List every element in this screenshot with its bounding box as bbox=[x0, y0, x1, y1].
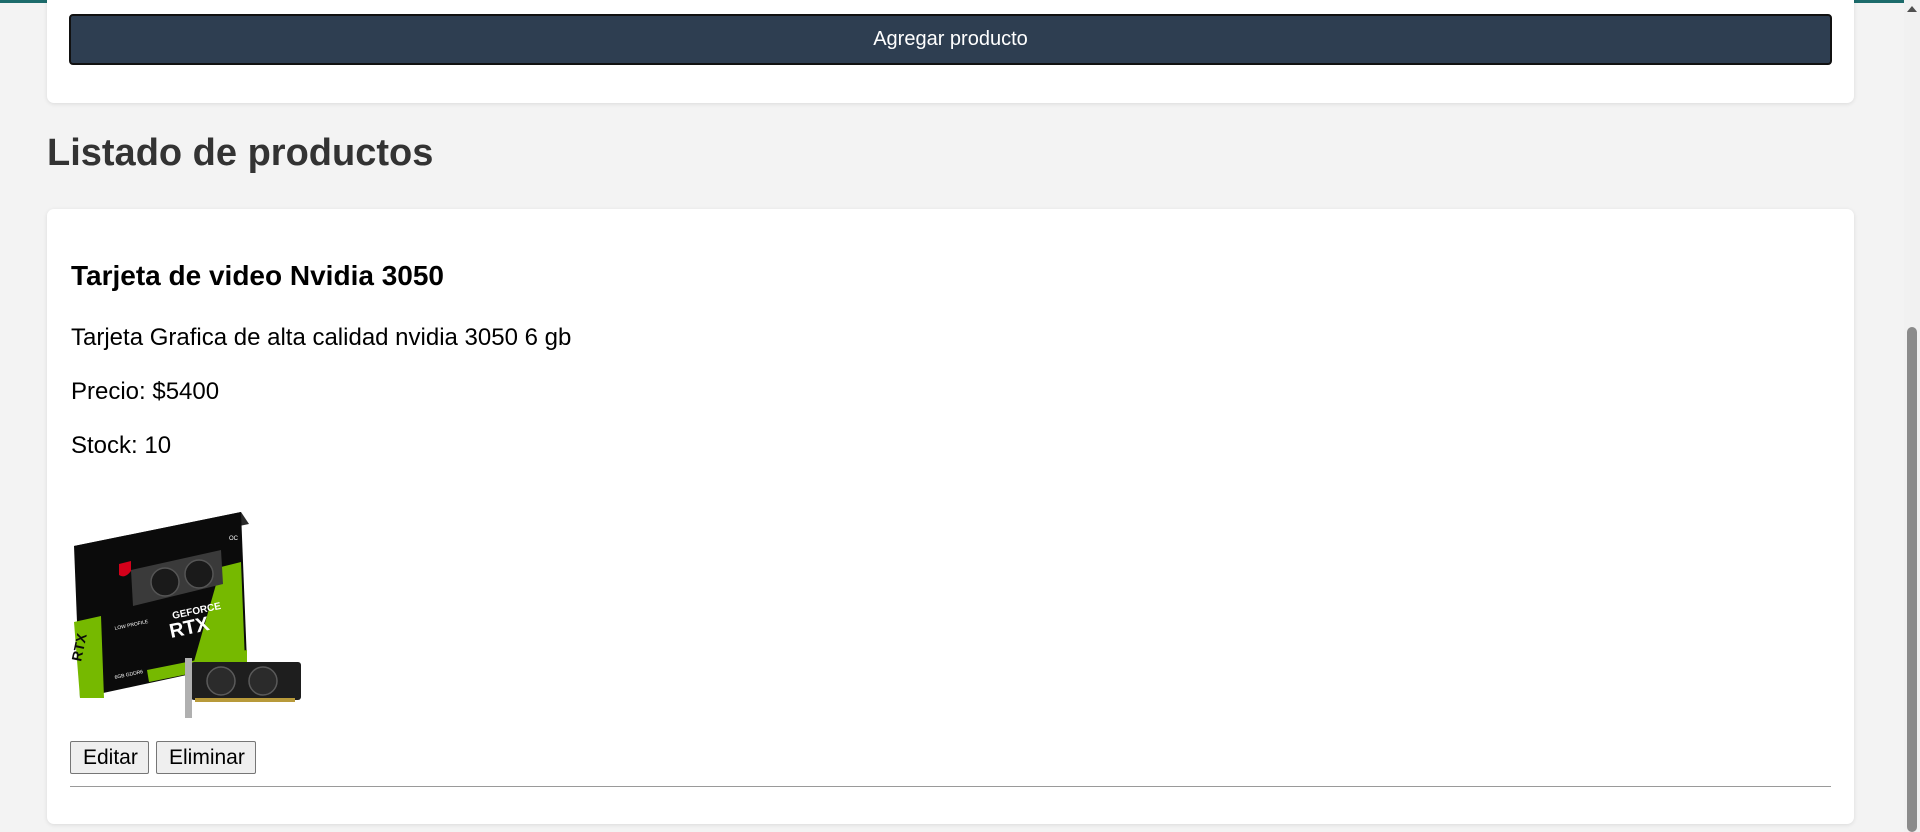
product-list-title: Listado de productos bbox=[47, 132, 434, 174]
product-stock: Stock: 10 bbox=[71, 432, 172, 459]
box-oc-badge: OC bbox=[229, 536, 239, 542]
vertical-scrollbar[interactable] bbox=[1904, 0, 1920, 832]
edit-button[interactable]: Editar bbox=[70, 741, 149, 774]
card-io-bracket bbox=[185, 658, 192, 718]
add-product-button[interactable]: Agregar producto bbox=[69, 14, 1832, 65]
delete-button[interactable]: Eliminar bbox=[156, 741, 256, 774]
scrollbar-thumb[interactable] bbox=[1907, 327, 1917, 832]
product-divider bbox=[70, 786, 1831, 787]
product-card bbox=[47, 209, 1854, 824]
product-image: GEFORCE RTX RTX LOW PROFILE 6GB GDDR6 30… bbox=[71, 512, 301, 718]
box-fan-right bbox=[184, 559, 214, 589]
product-name: Tarjeta de video Nvidia 3050 bbox=[71, 260, 444, 291]
box-fan-left bbox=[150, 567, 180, 597]
card-fan-left bbox=[206, 666, 236, 696]
product-description: Tarjeta Grafica de alta calidad nvidia 3… bbox=[71, 324, 572, 351]
card-fan-right bbox=[248, 666, 278, 696]
card-pcie-connector bbox=[195, 698, 295, 702]
scroll-up-arrow-icon[interactable] bbox=[1907, 6, 1917, 12]
product-price: Precio: $5400 bbox=[71, 378, 220, 405]
